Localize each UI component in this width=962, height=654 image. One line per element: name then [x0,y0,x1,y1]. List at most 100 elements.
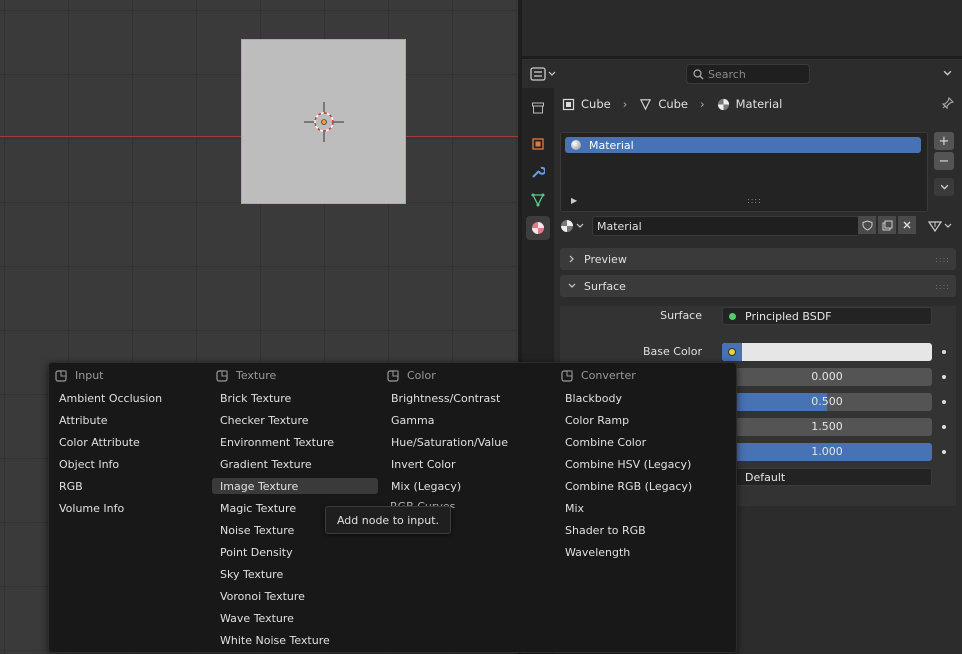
keyframe-dot[interactable] [942,400,946,404]
material-name-field[interactable]: Material [592,216,860,236]
menu-item[interactable]: Blackbody [557,390,731,406]
menu-item[interactable]: Sky Texture [212,566,378,582]
menu-item[interactable]: Mix (Legacy) [383,478,551,494]
duplicate-material-button[interactable] [878,216,896,234]
tooltip: Add node to input. [325,506,451,534]
menu-item[interactable]: White Noise Texture [212,632,378,648]
breadcrumb: Cube › Cube › Material [562,97,782,111]
slot-specials-button[interactable] [934,178,954,196]
pin-icon [941,96,955,110]
search-input[interactable]: Search [686,64,810,84]
menu-item[interactable]: Volume Info [51,500,207,516]
chevron-down-icon [940,184,948,190]
properties-editor-icon [530,67,546,81]
menu-item[interactable]: Attribute [51,412,207,428]
material-icon [561,220,573,232]
node-tree-button[interactable] [928,216,958,236]
panel-title: Preview [584,252,627,266]
enum-field[interactable]: Default [722,468,932,486]
menu-item[interactable]: Color Ramp [557,412,731,428]
breadcrumb-object: Cube [581,97,611,111]
list-item[interactable]: Material [565,137,921,153]
tab-material[interactable] [526,216,550,240]
surface-label: Surface [660,309,702,322]
menu-item[interactable]: Mix [557,500,731,516]
panel-grip-icon[interactable]: :::: [935,255,950,264]
value-field-1[interactable]: 0.000 [722,368,932,386]
surface-shader-field[interactable]: Principled BSDF [722,307,932,325]
editor-type-button[interactable] [530,64,562,84]
object-icon [532,138,544,150]
material-slot-name: Material [589,138,634,152]
preview-panel-header[interactable]: Preview :::: [560,248,956,270]
close-icon [903,221,911,229]
menu-item[interactable]: Object Info [51,456,207,472]
menu-item[interactable]: Color Attribute [51,434,207,450]
submenu-icon [561,369,573,382]
keyframe-dot[interactable] [942,425,946,429]
keyframe-dot[interactable] [942,350,946,354]
unlink-material-button[interactable] [898,216,916,234]
chevron-right-icon: › [622,97,628,111]
column-title: Texture [236,369,277,382]
menu-item[interactable]: Checker Texture [212,412,378,428]
copy-icon [882,220,892,230]
tab-mesh-data[interactable] [526,188,550,212]
menu-item[interactable]: RGB [51,478,207,494]
add-slot-button[interactable]: + [934,132,954,150]
base-color-field[interactable] [722,343,932,361]
header-options-button[interactable] [943,68,952,81]
enum-value: Default [745,471,786,484]
menu-item[interactable]: Combine Color [557,434,731,450]
object-icon [562,98,575,110]
expand-triangle-icon[interactable]: ▶ [571,196,577,205]
menu-item[interactable]: Hue/Saturation/Value [383,434,551,450]
material-icon [532,222,544,234]
menu-item[interactable]: Wavelength [557,544,731,560]
menu-item[interactable]: Gradient Texture [212,456,378,472]
timeline-area[interactable] [522,0,962,59]
value-field-4[interactable]: 1.000 [722,443,932,461]
menu-item[interactable]: Invert Color [383,456,551,472]
surface-shader-value: Principled BSDF [745,310,832,323]
browse-material-button[interactable] [560,216,590,236]
pin-button[interactable] [941,96,955,113]
menu-item[interactable]: Ambient Occlusion [51,390,207,406]
tab-object[interactable] [526,132,550,156]
color-socket-icon [728,348,736,356]
shield-icon [862,219,872,231]
tab-modifiers[interactable] [526,160,550,184]
panel-grip-icon[interactable]: :::: [935,282,950,291]
menu-column-header: Converter [561,369,636,382]
menu-item[interactable]: Brightness/Contrast [383,390,551,406]
mesh-data-icon [531,193,545,207]
menu-item[interactable]: Voronoi Texture [212,588,378,604]
chevron-down-icon [568,283,576,288]
submenu-icon [216,369,228,382]
value-field-3[interactable]: 1.500 [722,418,932,436]
material-slot-list[interactable]: Material ▶ :::: [560,132,928,212]
menu-item[interactable]: Brick Texture [212,390,378,406]
menu-item[interactable]: Wave Texture [212,610,378,626]
value-text: 0.500 [811,395,843,408]
fake-user-button[interactable] [858,216,876,234]
list-resize-grip[interactable]: :::: [747,196,762,205]
keyframe-dot[interactable] [942,375,946,379]
chevron-down-icon [944,223,952,228]
keyframe-dot[interactable] [942,450,946,454]
value-field-2[interactable]: 0.500 [722,393,932,411]
value-text: 1.500 [811,420,843,433]
surface-panel-header[interactable]: Surface :::: [560,275,956,297]
menu-item[interactable]: Gamma [383,412,551,428]
submenu-icon [387,369,399,382]
remove-slot-button[interactable]: − [934,152,954,170]
menu-item[interactable]: Combine RGB (Legacy) [557,478,731,494]
menu-item[interactable]: Shader to RGB [557,522,731,538]
menu-item[interactable]: Image Texture [212,478,378,494]
tab-view-layer[interactable] [526,96,550,120]
menu-item[interactable]: Combine HSV (Legacy) [557,456,731,472]
mesh-data-icon [640,98,652,110]
menu-item[interactable]: Environment Texture [212,434,378,450]
material-icon [717,98,729,110]
menu-item[interactable]: Point Density [212,544,378,560]
